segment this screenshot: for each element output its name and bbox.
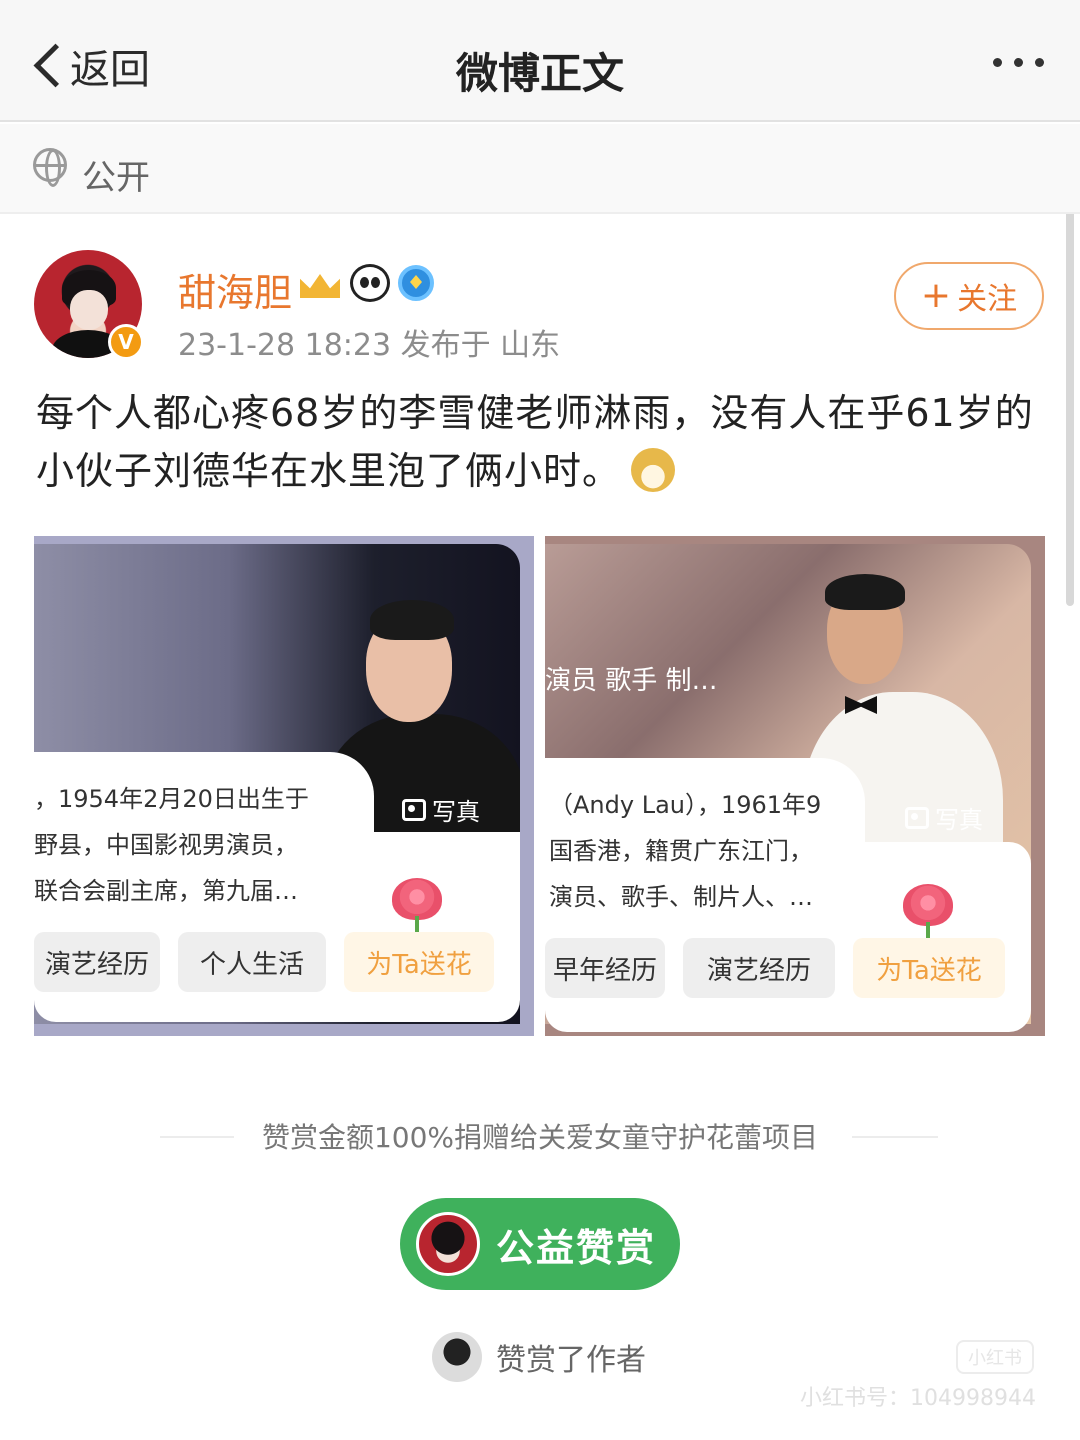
more-options-button[interactable] bbox=[993, 58, 1044, 67]
supporter-avatar bbox=[432, 1332, 482, 1382]
early-career-button[interactable]: 早年经历 bbox=[545, 938, 665, 998]
card-bio: （Andy Lau），1961年9 国香港，籍贯广东江门， 演员、歌手、制片人、… bbox=[549, 791, 822, 911]
rank-badge-icon[interactable] bbox=[398, 265, 434, 301]
send-flower-button[interactable]: 为Ta送花 bbox=[853, 938, 1005, 998]
visibility-row bbox=[0, 124, 1080, 214]
more-dot-icon bbox=[993, 58, 1002, 67]
more-dot-icon bbox=[1014, 58, 1023, 67]
picture-icon bbox=[905, 806, 929, 829]
weibo-post-screen: 返回 微博正文 公开 V 甜海胆 23-1-28 18:23 发布于 山东 + … bbox=[0, 0, 1080, 1440]
top-nav-bar: 返回 微博正文 bbox=[0, 0, 1080, 122]
author-badges bbox=[298, 264, 434, 302]
more-dot-icon bbox=[1035, 58, 1044, 67]
supporter-row[interactable]: 赞赏了作者 bbox=[432, 1332, 646, 1382]
rose-icon bbox=[903, 884, 953, 944]
plus-icon: + bbox=[920, 275, 952, 316]
watermark: 小红书号：104998944 bbox=[800, 1386, 1036, 1411]
verified-v-icon: V bbox=[108, 324, 144, 360]
photo-tag: 写真 bbox=[905, 800, 983, 835]
page-title: 微博正文 bbox=[455, 49, 624, 98]
post-meta: 23-1-28 18:23 发布于 山东 bbox=[178, 328, 561, 363]
card-bio: ，1954年2月20日出生于 野县，中国影视男演员， 联合会副主席，第九届… bbox=[34, 785, 309, 905]
photo-tag: 写真 bbox=[402, 792, 480, 827]
rose-icon bbox=[392, 878, 442, 938]
panda-icon[interactable] bbox=[350, 264, 390, 302]
picture-icon bbox=[402, 798, 426, 821]
personal-life-button[interactable]: 个人生活 bbox=[178, 932, 326, 992]
author-avatar bbox=[416, 1212, 480, 1276]
encyclopedia-card[interactable]: 写真 ，1954年2月20日出生于 野县，中国影视男演员， 联合会副主席，第九届… bbox=[34, 536, 534, 1036]
career-tab-button[interactable]: 演艺经历 bbox=[34, 932, 160, 992]
post-text: 每个人都心疼68岁的李雪健老师淋雨，没有人在乎61岁的小伙子刘德华在水里泡了俩小… bbox=[36, 384, 1036, 500]
post-body: 每个人都心疼68岁的李雪健老师淋雨，没有人在乎61岁的小伙子刘德华在水里泡了俩小… bbox=[36, 391, 1034, 493]
globe-icon bbox=[33, 148, 67, 187]
author-name[interactable]: 甜海胆 bbox=[178, 262, 292, 317]
follow-button[interactable]: + 关注 bbox=[894, 262, 1044, 330]
donation-note: 赞赏金额100%捐赠给关爱女童守护花蕾项目 bbox=[261, 1121, 819, 1154]
crown-icon[interactable] bbox=[298, 264, 342, 302]
watermark-logo: 小红书 bbox=[956, 1340, 1034, 1374]
follow-label: 关注 bbox=[957, 282, 1018, 317]
send-flower-button[interactable]: 为Ta送花 bbox=[344, 932, 494, 992]
supporter-text: 赞赏了作者 bbox=[496, 1343, 646, 1378]
tip-button-label: 公益赞赏 bbox=[496, 1225, 657, 1270]
doge-icon bbox=[631, 448, 676, 492]
encyclopedia-card[interactable]: 演员 歌手 制… 写真 （Andy Lau），1961年9 国香港，籍贯广东江门… bbox=[545, 536, 1045, 1036]
charity-tip-button[interactable]: 公益赞赏 bbox=[400, 1198, 680, 1290]
visibility-label: 公开 bbox=[82, 158, 150, 198]
career-tab-button[interactable]: 演艺经历 bbox=[683, 938, 835, 998]
role-text: 演员 歌手 制… bbox=[545, 666, 718, 696]
